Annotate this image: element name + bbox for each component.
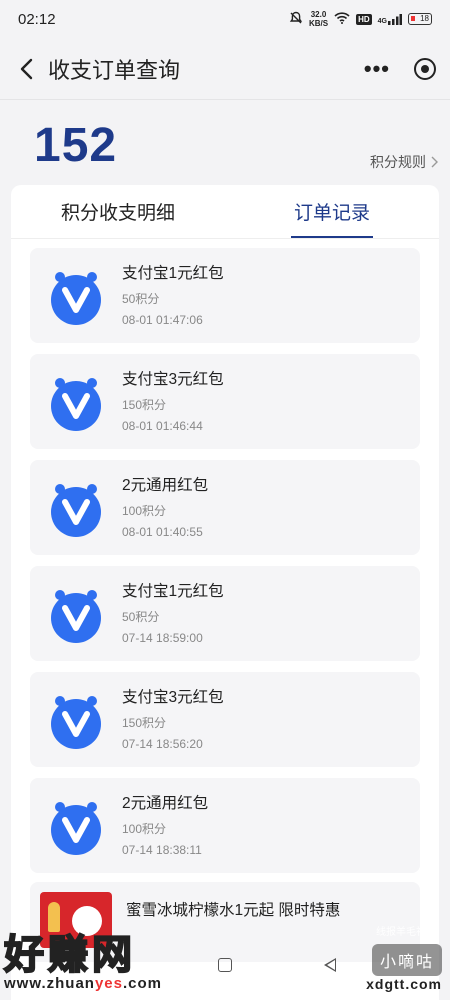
- order-list: 支付宝1元红包 50积分 08-01 01:47:06 支付宝3元红包 150积…: [30, 248, 420, 884]
- voucher-logo-icon: [50, 796, 102, 856]
- network-speed: 32.0 KB/S: [308, 10, 329, 28]
- status-icons: 32.0 KB/S HD 4G 18: [289, 10, 432, 28]
- tab-bar: 积分收支明细 订单记录: [11, 185, 439, 239]
- order-points: 100积分: [122, 821, 167, 836]
- voucher-logo-icon: [50, 690, 102, 750]
- order-title: 2元通用红包: [122, 476, 209, 494]
- tab-points-details[interactable]: 积分收支明细: [11, 185, 225, 238]
- back-button[interactable]: [14, 57, 38, 81]
- points-balance: 152: [34, 119, 118, 172]
- order-title: 支付宝3元红包: [122, 370, 224, 388]
- order-card[interactable]: 2元通用红包 100积分 08-01 01:40:55: [30, 460, 420, 555]
- signal-icon: 4G: [378, 13, 402, 25]
- order-points: 100积分: [122, 503, 167, 518]
- voucher-logo-icon: [50, 372, 102, 432]
- promo-card[interactable]: 蜜雪冰城柠檬水1元起 限时特惠: [30, 882, 420, 962]
- order-time: 07-14 18:38:11: [122, 842, 202, 857]
- top-navbar: 收支订单查询 •••: [0, 38, 450, 100]
- order-card[interactable]: 支付宝3元红包 150积分 08-01 01:46:44: [30, 354, 420, 449]
- home-button[interactable]: [218, 958, 232, 972]
- order-time: 08-01 01:46:44: [122, 418, 203, 433]
- order-title: 2元通用红包: [122, 794, 209, 812]
- close-miniprogram-button[interactable]: [414, 57, 436, 80]
- order-points: 50积分: [122, 609, 160, 624]
- order-card[interactable]: 2元通用红包 100积分 07-14 18:38:11: [30, 778, 420, 873]
- promo-title: 蜜雪冰城柠檬水1元起 限时特惠: [126, 902, 341, 919]
- points-rules-label: 积分规则: [370, 154, 426, 170]
- order-time: 07-14 18:56:20: [122, 736, 203, 751]
- records-panel: 积分收支明细 订单记录 支付宝1元红包 50积分 08-01 01:47:06 …: [11, 185, 439, 1000]
- wifi-icon: [334, 11, 350, 27]
- order-title: 支付宝1元红包: [122, 264, 224, 282]
- battery-icon: 18: [408, 13, 432, 25]
- order-card[interactable]: 支付宝1元红包 50积分 08-01 01:47:06: [30, 248, 420, 343]
- status-time: 02:12: [18, 10, 56, 28]
- snowman-mascot-icon: [72, 906, 102, 936]
- page-title: 收支订单查询: [48, 57, 181, 83]
- tab-order-records[interactable]: 订单记录: [225, 185, 439, 238]
- order-title: 支付宝3元红包: [122, 688, 224, 706]
- chevron-left-icon: [20, 58, 33, 79]
- voucher-logo-icon: [50, 584, 102, 644]
- ice-cream-icon: [48, 902, 60, 932]
- voucher-logo-icon: [50, 478, 102, 538]
- promo-image: [40, 892, 112, 948]
- voucher-logo-icon: [50, 266, 102, 326]
- order-time: 07-14 18:59:00: [122, 630, 203, 645]
- order-title: 支付宝1元红包: [122, 582, 224, 600]
- order-time: 08-01 01:47:06: [122, 312, 203, 327]
- status-bar: 02:12 32.0 KB/S HD 4G 18: [0, 0, 450, 38]
- order-card[interactable]: 支付宝1元红包 50积分 07-14 18:59:00: [30, 566, 420, 661]
- more-options-button[interactable]: •••: [364, 56, 390, 82]
- chevron-right-icon: [431, 156, 438, 168]
- mute-bell-icon: [289, 11, 303, 28]
- system-back-button[interactable]: [324, 958, 336, 972]
- order-card[interactable]: 支付宝3元红包 150积分 07-14 18:56:20: [30, 672, 420, 767]
- order-points: 150积分: [122, 715, 167, 730]
- system-nav-bar: [0, 958, 450, 978]
- points-rules-link[interactable]: 积分规则: [370, 152, 438, 172]
- order-time: 08-01 01:40:55: [122, 524, 203, 539]
- order-points: 50积分: [122, 291, 160, 306]
- hd-icon: HD: [356, 13, 372, 25]
- order-points: 150积分: [122, 397, 167, 412]
- target-icon: [421, 64, 429, 73]
